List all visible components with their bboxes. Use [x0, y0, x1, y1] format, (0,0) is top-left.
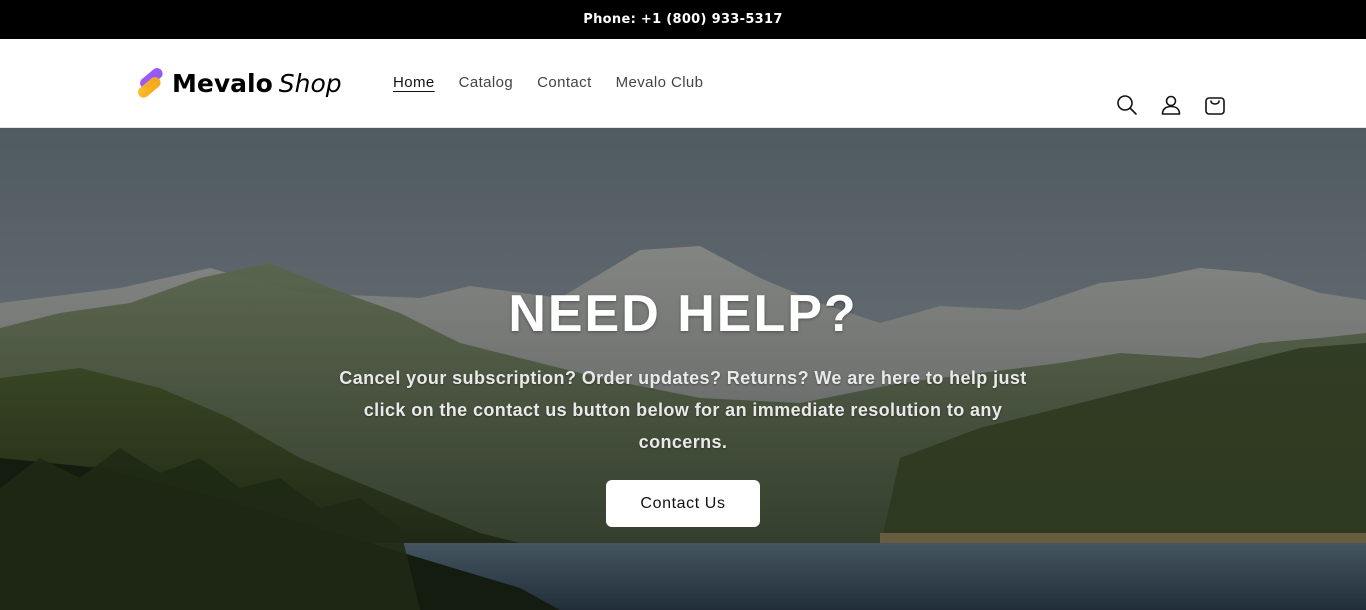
- main-nav: Home Catalog Contact Mevalo Club: [393, 72, 703, 93]
- logo-suffix: Shop: [278, 68, 342, 98]
- hero-text: Cancel your subscription? Order updates?…: [339, 368, 1027, 452]
- site-header: Mevalo Shop Home Catalog Contact Mevalo C…: [0, 39, 1366, 128]
- logo-text: Mevalo Shop: [172, 69, 342, 98]
- hero-title: NEED HELP?: [508, 285, 858, 343]
- announcement-text: Phone: +1 (800) 933-5317: [583, 12, 783, 27]
- logo-link[interactable]: Mevalo Shop: [134, 67, 342, 99]
- nav-item-mevalo-club[interactable]: Mevalo Club: [616, 74, 704, 93]
- header-icons: [1114, 92, 1228, 118]
- contact-us-button[interactable]: Contact Us: [606, 480, 760, 527]
- search-icon[interactable]: [1114, 92, 1140, 118]
- hero-content: NEED HELP? Cancel your subscription? Ord…: [0, 288, 1366, 527]
- account-icon[interactable]: [1158, 92, 1184, 118]
- nav-item-catalog[interactable]: Catalog: [459, 74, 514, 93]
- cart-icon[interactable]: [1202, 92, 1228, 118]
- logo-brand: Mevalo: [172, 68, 273, 98]
- hero-banner: NEED HELP? Cancel your subscription? Ord…: [0, 128, 1366, 610]
- announcement-bar: Phone: +1 (800) 933-5317: [0, 0, 1366, 39]
- logo-icon: [138, 68, 163, 98]
- nav-item-contact[interactable]: Contact: [537, 74, 592, 93]
- nav-item-home[interactable]: Home: [393, 74, 435, 93]
